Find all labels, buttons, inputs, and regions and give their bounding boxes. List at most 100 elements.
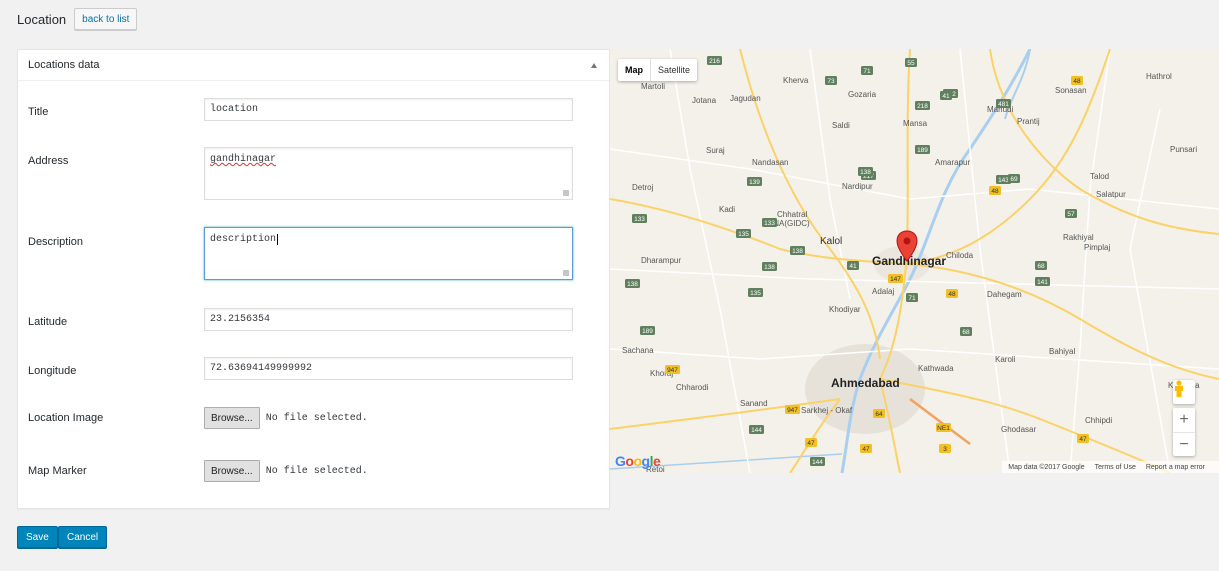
highway-shield: 218: [915, 101, 930, 110]
shield-number: 135: [738, 231, 749, 238]
place-chharodi: Chharodi: [676, 383, 709, 392]
description-textarea[interactable]: description: [204, 227, 573, 280]
place-nardipur: Nardipur: [842, 182, 873, 191]
back-to-list-button[interactable]: back to list: [74, 8, 138, 30]
highway-shield: 68: [960, 327, 972, 336]
highway-shield: 147: [888, 274, 903, 283]
title-input[interactable]: location: [204, 98, 573, 121]
highway-shield: 41: [847, 261, 859, 270]
title-label: Title: [28, 106, 49, 118]
highway-shield: 481: [996, 99, 1011, 108]
place-dahegam: Dahegam: [987, 290, 1022, 299]
highway-shield: 138: [790, 246, 805, 255]
place-hathrol: Hathrol: [1146, 72, 1172, 81]
shield-number: 144: [812, 459, 823, 466]
map-marker-browse-button[interactable]: Browse...: [204, 460, 260, 482]
latitude-label: Latitude: [28, 316, 68, 328]
pegman-icon: [1175, 380, 1183, 397]
location-image-browse-button[interactable]: Browse...: [204, 407, 260, 429]
place-mansa: Mansa: [903, 119, 928, 128]
highway-shield: 135: [736, 229, 751, 238]
highway-shield: 135: [748, 288, 763, 297]
place-salatpur: Salatpur: [1096, 190, 1126, 199]
shield-number: 135: [750, 290, 761, 297]
highway-shield: 57: [1065, 209, 1077, 218]
shield-number: 41: [942, 93, 950, 100]
map-canvas[interactable]: Kherva Jagudan Martoli Jotana Gozaria Ma…: [610, 49, 1219, 473]
shield-number: 218: [917, 103, 928, 110]
longitude-input[interactable]: 72.63694149999992: [204, 357, 573, 380]
shield-number: 138: [627, 281, 638, 288]
shield-number: 189: [917, 147, 928, 154]
zoom-control: + −: [1173, 408, 1195, 456]
highway-shield: NE1: [936, 423, 951, 432]
shield-number: 41: [849, 263, 857, 270]
shield-number: 47: [807, 440, 815, 447]
highway-shield: 3: [939, 444, 951, 453]
location-image-status: No file selected.: [265, 412, 368, 424]
highway-shield: 144: [810, 457, 825, 466]
highway-shield: 133: [632, 214, 647, 223]
address-textarea[interactable]: gandhinagar: [204, 147, 573, 200]
highway-shield: 133: [762, 218, 777, 227]
terms-of-use-link[interactable]: Terms of Use: [1095, 464, 1136, 471]
shield-number: 3: [943, 446, 947, 453]
place-jotana: Jotana: [692, 96, 717, 105]
resize-grip-icon[interactable]: [563, 190, 569, 196]
place-kadi: Kadi: [719, 205, 735, 214]
longitude-label: Longitude: [28, 365, 77, 377]
highway-shield: 139: [747, 177, 762, 186]
place-kherva: Kherva: [783, 76, 809, 85]
report-map-error-link[interactable]: Report a map error: [1146, 464, 1205, 471]
map-type-satellite-button[interactable]: Satellite: [650, 59, 697, 81]
place-kalol: Kalol: [820, 236, 842, 247]
highway-shield: 47: [805, 438, 817, 447]
collapse-arrow-icon[interactable]: [591, 62, 597, 68]
highway-shield: 947: [785, 405, 800, 414]
panel-header[interactable]: Locations data: [18, 50, 609, 81]
shield-number: 47: [862, 446, 870, 453]
highway-shield: 141: [1035, 277, 1050, 286]
place-sanand: Sanand: [740, 399, 768, 408]
cancel-button[interactable]: Cancel: [58, 526, 108, 548]
shield-number: 143: [998, 177, 1009, 184]
place-ahmedabad: Ahmedabad: [831, 376, 900, 390]
highway-shield: 138: [762, 262, 777, 271]
place-ghodasar: Ghodasar: [1001, 425, 1036, 434]
save-button[interactable]: Save: [17, 526, 58, 548]
place-chhatral: Chhatral: [777, 210, 807, 219]
highway-shield: 138: [625, 279, 640, 288]
shield-number: 947: [787, 407, 798, 414]
shield-number: 481: [998, 101, 1009, 108]
highway-shield: 947: [665, 365, 680, 374]
zoom-out-button[interactable]: −: [1173, 432, 1195, 456]
zoom-in-button[interactable]: +: [1173, 408, 1195, 432]
place-gozaria: Gozaria: [848, 90, 877, 99]
description-label: Description: [28, 236, 84, 248]
highway-shield: 189: [640, 326, 655, 335]
map-type-control: Map Satellite: [618, 59, 698, 81]
shield-number: 216: [709, 58, 720, 65]
highway-shield: 55: [905, 58, 917, 67]
latitude-input[interactable]: 23.2156354: [204, 308, 573, 331]
map-type-map-button[interactable]: Map: [618, 59, 650, 81]
shield-number: 138: [764, 264, 775, 271]
shield-number: 47: [1079, 436, 1087, 443]
shield-number: 947: [667, 367, 678, 374]
place-sarkhej-okaf: Sarkhej - Okaf: [801, 406, 853, 415]
place-saldi: Saldi: [832, 121, 850, 130]
place-suraj: Suraj: [706, 146, 725, 155]
street-view-pegman[interactable]: [1173, 380, 1195, 404]
shield-number: 48: [991, 188, 999, 195]
map-marker-file: Browse... No file selected.: [204, 460, 368, 482]
highway-shield: 71: [906, 293, 918, 302]
highway-shield: 48: [989, 186, 1001, 195]
highway-shield: 47: [1077, 434, 1089, 443]
shield-number: 138: [792, 248, 803, 255]
panel-title: Locations data: [28, 59, 100, 71]
place-bahiyal: Bahiyal: [1049, 347, 1075, 356]
place-chiloda: Chiloda: [946, 251, 974, 260]
map-marker-status: No file selected.: [265, 465, 368, 477]
place-sonasan: Sonasan: [1055, 86, 1087, 95]
resize-grip-icon[interactable]: [563, 270, 569, 276]
